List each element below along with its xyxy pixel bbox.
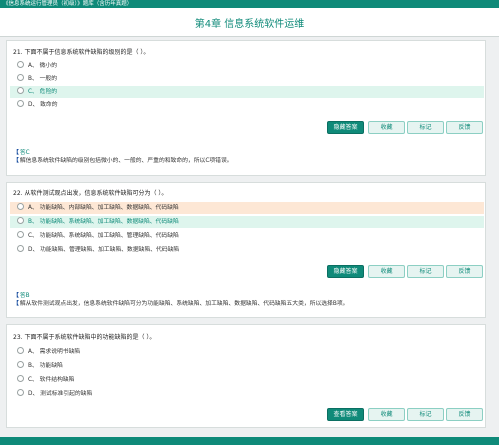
option-d[interactable]: D、 致命的 <box>10 99 484 111</box>
radio-icon[interactable] <box>17 389 24 396</box>
chapter-title: 第4章 信息系统软件运维 <box>194 19 305 30</box>
feedback-button[interactable]: 反馈 <box>446 265 483 278</box>
option-label: A、 功能缺陷、内部缺陷、加工缺陷、数据缺陷、代码缺陷 <box>28 205 179 211</box>
show-answer-button[interactable]: 查看答案 <box>327 408 364 421</box>
radio-icon[interactable] <box>17 361 24 368</box>
option-c[interactable]: C、 危险的 <box>10 86 484 98</box>
option-label: B、 功能缺陷、系统缺陷、加工缺陷、数据缺陷、代码缺陷 <box>28 219 179 225</box>
option-label: C、 软件结构缺陷 <box>28 377 75 383</box>
mark-button[interactable]: 标记 <box>407 121 444 134</box>
option-label: B、 一般的 <box>28 76 58 82</box>
radio-icon[interactable] <box>17 87 24 94</box>
bracket-icon: 【 <box>13 158 19 164</box>
question-card-23: 23. 下面不属于系统软件缺陷中的功能缺陷的是（ ）。 A、 需求说明书缺陷 B… <box>6 324 486 428</box>
radio-icon[interactable] <box>17 231 24 238</box>
question-stem: 23. 下面不属于系统软件缺陷中的功能缺陷的是（ ）。 <box>13 334 156 341</box>
question-card-21: 21. 下面不属于信息系统软件缺陷的级别的是（ ）。 A、 微小的 B、 一般的… <box>6 40 486 176</box>
hide-answer-button[interactable]: 隐藏答案 <box>327 121 364 134</box>
option-label: A、 需求说明书缺陷 <box>28 349 81 355</box>
option-c[interactable]: C、 功能缺陷、系统缺陷、加工缺陷、管理缺陷、代码缺陷 <box>10 230 484 242</box>
option-label: B、 功能缺陷 <box>28 363 63 369</box>
radio-icon[interactable] <box>17 203 24 210</box>
question-stem: 22. 从软件测试观点出发，信息系统软件缺陷可分为（ ）。 <box>13 190 168 197</box>
app-title-bar: 《信息系统运行管理员（初级）》题库（含历年真题） <box>0 0 499 8</box>
option-label: D、 测试标准引起的缺陷 <box>28 391 93 397</box>
analysis-text: 解信息系统软件缺陷的级别包括微小的、一般的、严重的和致命的，所以C项错误。 <box>19 158 233 164</box>
feedback-button[interactable]: 反馈 <box>446 121 483 134</box>
mark-button[interactable]: 标记 <box>407 265 444 278</box>
option-label: D、 致命的 <box>28 102 58 108</box>
radio-icon[interactable] <box>17 375 24 382</box>
radio-icon[interactable] <box>17 61 24 68</box>
radio-icon[interactable] <box>17 217 24 224</box>
option-label: C、 危险的 <box>28 89 58 95</box>
radio-icon[interactable] <box>17 245 24 252</box>
analysis-line: 【解从软件测试观点出发，信息系统软件缺陷可分为功能缺陷、系统缺陷、加工缺陷、数据… <box>13 298 348 307</box>
chapter-header: 第4章 信息系统软件运维 <box>0 8 499 37</box>
hide-answer-button[interactable]: 隐藏答案 <box>327 265 364 278</box>
mark-button[interactable]: 标记 <box>407 408 444 421</box>
bracket-icon: 【 <box>13 301 19 307</box>
option-b[interactable]: B、 功能缺陷 <box>10 360 484 372</box>
analysis-line: 【解信息系统软件缺陷的级别包括微小的、一般的、严重的和致命的，所以C项错误。 <box>13 155 233 164</box>
app-title: 《信息系统运行管理员（初级）》题库（含历年真题） <box>3 1 133 7</box>
option-d[interactable]: D、 功能缺陷、管理缺陷、加工缺陷、数据缺陷、代码缺陷 <box>10 244 484 256</box>
option-a[interactable]: A、 功能缺陷、内部缺陷、加工缺陷、数据缺陷、代码缺陷 <box>10 202 484 214</box>
favorite-button[interactable]: 收藏 <box>368 121 405 134</box>
analysis-text: 解从软件测试观点出发，信息系统软件缺陷可分为功能缺陷、系统缺陷、加工缺陷、数据缺… <box>19 301 349 307</box>
option-label: A、 微小的 <box>28 63 57 69</box>
option-a[interactable]: A、 微小的 <box>10 60 484 72</box>
option-b[interactable]: B、 功能缺陷、系统缺陷、加工缺陷、数据缺陷、代码缺陷 <box>10 216 484 228</box>
option-b[interactable]: B、 一般的 <box>10 73 484 85</box>
option-label: C、 功能缺陷、系统缺陷、加工缺陷、管理缺陷、代码缺陷 <box>28 233 179 239</box>
question-stem: 21. 下面不属于信息系统软件缺陷的级别的是（ ）。 <box>13 49 150 56</box>
option-label: D、 功能缺陷、管理缺陷、加工缺陷、数据缺陷、代码缺陷 <box>28 247 180 253</box>
option-c[interactable]: C、 软件结构缺陷 <box>10 374 484 386</box>
radio-icon[interactable] <box>17 347 24 354</box>
feedback-button[interactable]: 反馈 <box>446 408 483 421</box>
bottom-bar <box>0 437 499 445</box>
option-a[interactable]: A、 需求说明书缺陷 <box>10 346 484 358</box>
favorite-button[interactable]: 收藏 <box>368 265 405 278</box>
question-card-22: 22. 从软件测试观点出发，信息系统软件缺陷可分为（ ）。 A、 功能缺陷、内部… <box>6 182 486 318</box>
favorite-button[interactable]: 收藏 <box>368 408 405 421</box>
radio-icon[interactable] <box>17 100 24 107</box>
radio-icon[interactable] <box>17 74 24 81</box>
option-d[interactable]: D、 测试标准引起的缺陷 <box>10 388 484 400</box>
